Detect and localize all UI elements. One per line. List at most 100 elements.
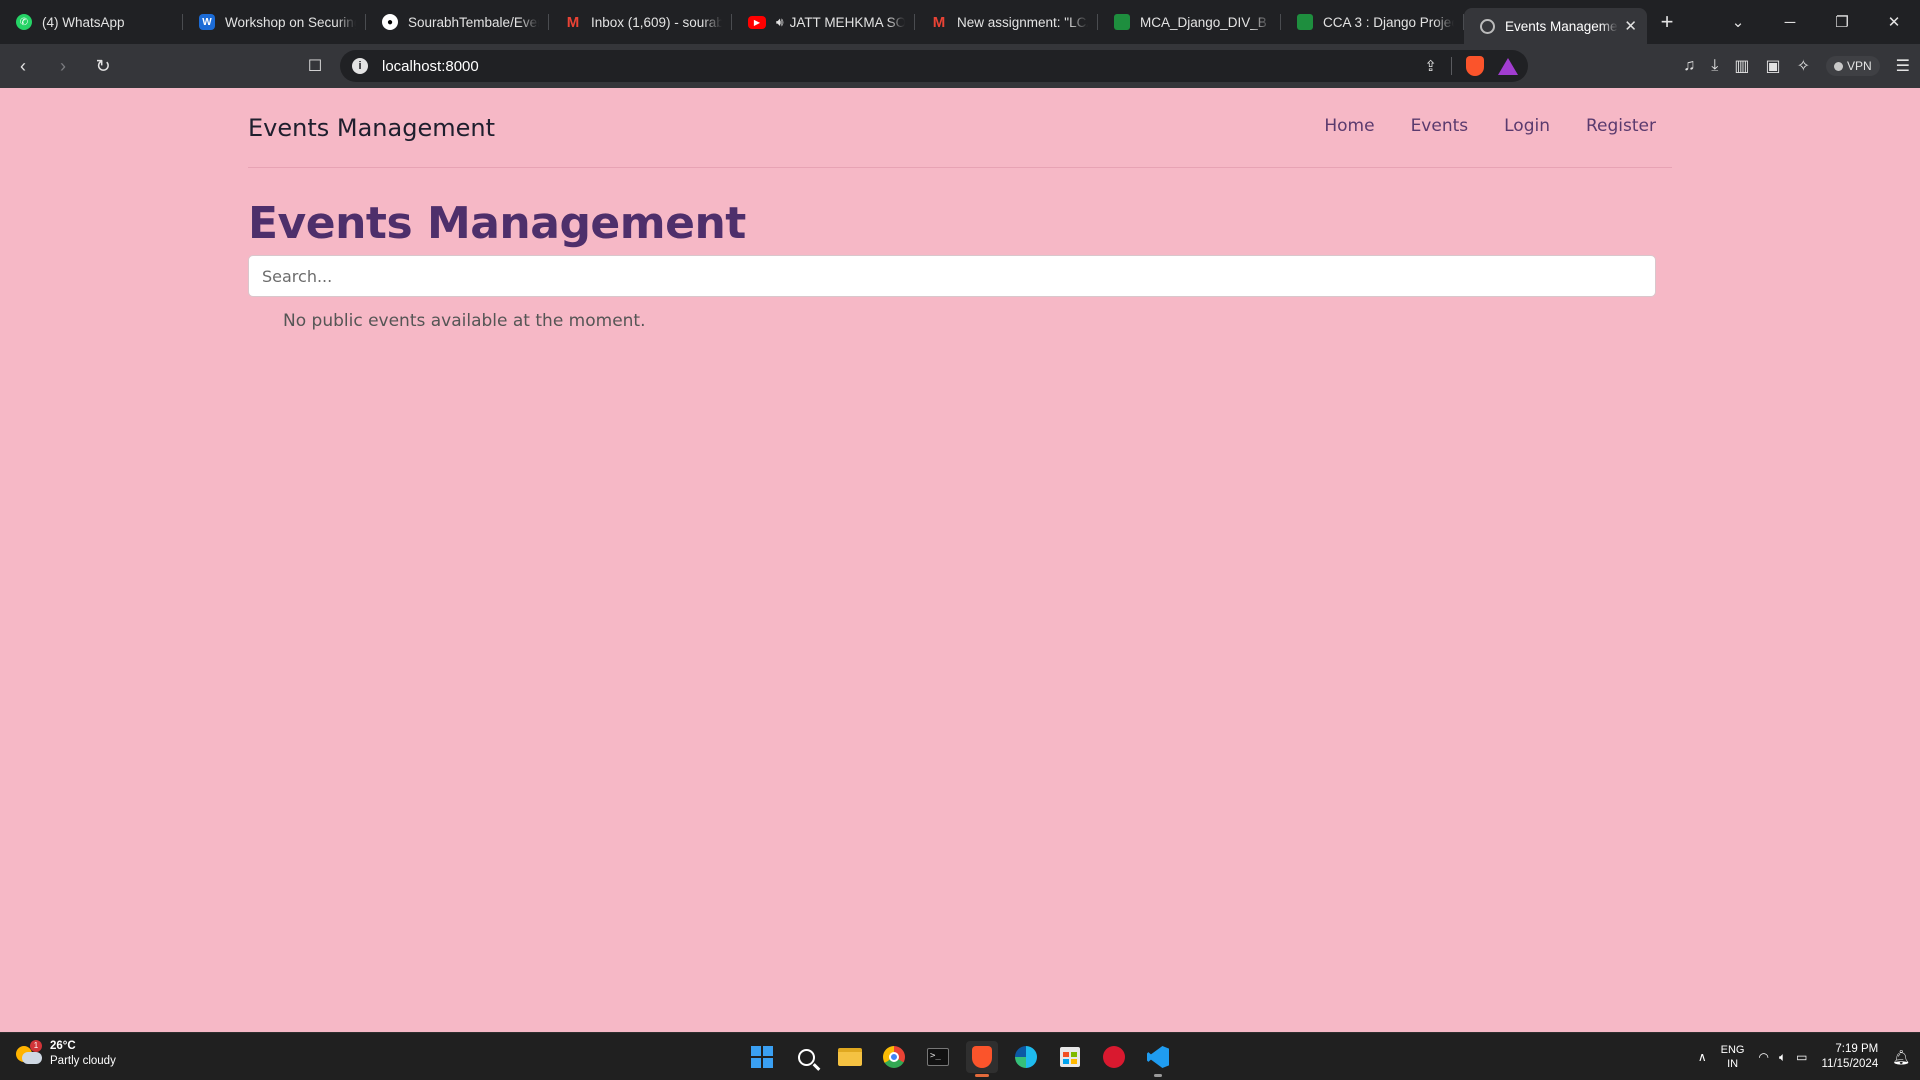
- windows-icon: [751, 1046, 773, 1068]
- system-tray: ∧ ENG IN ◠ 🔈︎ ▭ 7:19 PM 11/15/2024 🔔︎: [1698, 1033, 1910, 1080]
- speaker-icon[interactable]: 🔊︎: [776, 15, 784, 30]
- tab-title: Events Manageme: [1505, 18, 1618, 34]
- store-button[interactable]: [1054, 1041, 1086, 1073]
- nav-login[interactable]: Login: [1504, 116, 1550, 136]
- url-text[interactable]: localhost:8000: [382, 58, 479, 75]
- minimize-button[interactable]: ─: [1764, 14, 1816, 31]
- chrome-icon: [883, 1046, 905, 1068]
- file-explorer-button[interactable]: [834, 1041, 866, 1073]
- media-icon[interactable]: ♫: [1683, 57, 1695, 75]
- taskbar-apps: >_: [746, 1041, 1174, 1077]
- leo-ai-icon[interactable]: ✧: [1797, 56, 1810, 76]
- vscode-icon: [1147, 1046, 1169, 1068]
- share-icon[interactable]: ⇪: [1424, 57, 1437, 75]
- tab-classroom-mca[interactable]: MCA_Django_DIV_B: [1098, 5, 1281, 39]
- site-info-icon[interactable]: i: [352, 58, 368, 74]
- chrome-button[interactable]: [878, 1041, 910, 1073]
- brave-shields-icon[interactable]: [1466, 56, 1484, 76]
- tab-title: New assignment: "LCA: [957, 14, 1088, 30]
- language-code: ENG: [1720, 1044, 1745, 1056]
- weather-text: 26°C Partly cloudy: [50, 1039, 116, 1069]
- clock[interactable]: 7:19 PM 11/15/2024: [1822, 1042, 1879, 1072]
- address-bar[interactable]: i localhost:8000 ⇪: [340, 50, 1528, 82]
- nav-register[interactable]: Register: [1586, 116, 1656, 136]
- weather-widget[interactable]: 1 26°C Partly cloudy: [16, 1039, 116, 1069]
- vpn-status-icon: [1833, 61, 1843, 71]
- notification-badge: 1: [30, 1040, 42, 1052]
- container: Events Management Home Events Login Regi…: [248, 88, 1672, 331]
- volume-icon: 🔈︎: [1778, 1049, 1787, 1064]
- download-icon[interactable]: ⤓: [1711, 57, 1718, 75]
- chevron-up-icon[interactable]: ∧: [1698, 1050, 1707, 1064]
- anydesk-button[interactable]: [1098, 1041, 1130, 1073]
- window-controls: ⌄ ─ ❐ ✕: [1712, 0, 1920, 44]
- menu-icon[interactable]: ☰: [1896, 56, 1910, 76]
- search-button[interactable]: [790, 1041, 822, 1073]
- terminal-button[interactable]: >_: [922, 1041, 954, 1073]
- wifi-icon: ◠: [1758, 1049, 1769, 1064]
- omnibox-actions: ⇪: [1424, 56, 1518, 76]
- sidebar-icon[interactable]: ▥: [1734, 56, 1749, 76]
- tab-workshop[interactable]: W Workshop on Securing: [183, 5, 366, 39]
- gmail-icon: M: [932, 13, 946, 31]
- vpn-button[interactable]: VPN: [1825, 56, 1880, 76]
- anydesk-icon: [1103, 1046, 1125, 1068]
- nav-links: Home Events Login Register: [1324, 116, 1656, 140]
- tab-title: CCA 3 : Django Projec: [1323, 14, 1454, 30]
- wallet-icon[interactable]: ▣: [1765, 56, 1780, 76]
- brave-rewards-icon[interactable]: [1498, 57, 1518, 75]
- back-button[interactable]: ‹: [6, 56, 40, 77]
- terminal-icon: >_: [927, 1048, 949, 1066]
- nav-home[interactable]: Home: [1324, 116, 1374, 136]
- classroom-icon: [1297, 14, 1313, 30]
- tab-title: MCA_Django_DIV_B: [1140, 14, 1267, 30]
- edge-icon: [1015, 1046, 1037, 1068]
- tab-whatsapp[interactable]: ✆ (4) WhatsApp: [0, 5, 183, 39]
- bookmark-icon[interactable]: ☐: [304, 56, 326, 78]
- tab-title: Workshop on Securing: [225, 14, 356, 30]
- close-icon[interactable]: ✕: [1624, 17, 1637, 35]
- tab-gmail-inbox[interactable]: M Inbox (1,609) - sourab: [549, 5, 732, 39]
- site-brand[interactable]: Events Management: [248, 114, 495, 142]
- tab-youtube[interactable]: ▶ 🔊︎ JATT MEHKMA SO: [732, 5, 915, 39]
- brave-icon: [972, 1046, 992, 1068]
- weather-description: Partly cloudy: [50, 1055, 116, 1067]
- toolbar-actions: ♫ ⤓ ▥ ▣ ✧ VPN ☰: [1683, 44, 1910, 88]
- quick-settings[interactable]: ◠ 🔈︎ ▭: [1758, 1050, 1807, 1065]
- browser-tab-strip: ✆ (4) WhatsApp W Workshop on Securing ● …: [0, 0, 1920, 44]
- region-code: IN: [1727, 1058, 1739, 1070]
- tab-classroom-cca[interactable]: CCA 3 : Django Projec: [1281, 5, 1464, 39]
- edge-button[interactable]: [1010, 1041, 1042, 1073]
- close-window-button[interactable]: ✕: [1868, 13, 1920, 31]
- tab-title: JATT MEHKMA SO: [789, 14, 905, 30]
- vpn-label: VPN: [1846, 59, 1872, 73]
- notification-bell-icon[interactable]: 🔔︎: [1892, 1049, 1910, 1066]
- restore-button[interactable]: ❐: [1816, 13, 1868, 31]
- search-input[interactable]: [248, 255, 1656, 297]
- forward-button[interactable]: ›: [46, 56, 80, 77]
- weather-temperature: 26°C: [50, 1040, 76, 1052]
- store-icon: [1060, 1047, 1080, 1067]
- globe-icon: [1480, 18, 1495, 34]
- battery-icon: ▭: [1796, 1049, 1808, 1064]
- new-tab-button[interactable]: +: [1647, 9, 1687, 35]
- page-title: Events Management: [248, 198, 746, 249]
- start-button[interactable]: [746, 1041, 778, 1073]
- vscode-button[interactable]: [1142, 1041, 1174, 1077]
- taskbar: 1 26°C Partly cloudy >_ ∧ ENG IN ◠ 🔈︎ ▭ …: [0, 1032, 1920, 1080]
- page-content: Events Management Home Events Login Regi…: [0, 88, 1920, 1032]
- reload-button[interactable]: ↻: [86, 56, 120, 77]
- language-indicator[interactable]: ENG IN: [1721, 1043, 1745, 1071]
- github-icon: ●: [382, 14, 398, 30]
- tab-events-management[interactable]: Events Manageme ✕: [1464, 8, 1647, 44]
- nav-events[interactable]: Events: [1411, 116, 1469, 136]
- tab-title: SourabhTembale/Even: [408, 14, 539, 30]
- tab-title: (4) WhatsApp: [42, 14, 125, 30]
- brave-button[interactable]: [966, 1041, 998, 1077]
- tab-gmail-assignment[interactable]: M New assignment: "LCA: [915, 5, 1098, 39]
- webex-icon: W: [199, 14, 215, 30]
- time: 7:19 PM: [1835, 1043, 1879, 1055]
- tab-github[interactable]: ● SourabhTembale/Even: [366, 5, 549, 39]
- tab-search-icon[interactable]: ⌄: [1712, 13, 1764, 31]
- whatsapp-icon: ✆: [16, 14, 32, 30]
